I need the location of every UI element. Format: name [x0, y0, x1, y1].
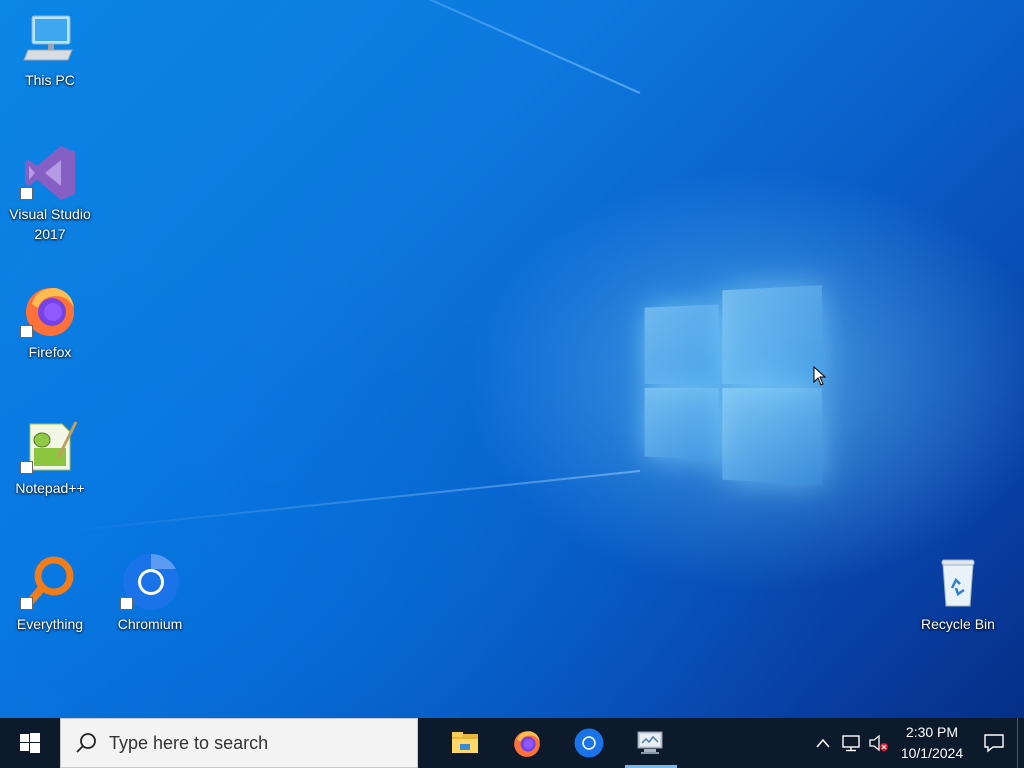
desktop-icon-label: Everything: [16, 616, 84, 632]
network-icon: [842, 735, 860, 752]
search-icon: [76, 733, 96, 753]
windows-logo-wallpaper: [644, 285, 822, 485]
taskbar-app-file-explorer[interactable]: [434, 718, 496, 768]
light-beam-decoration: [146, 0, 641, 94]
taskbar-search-box[interactable]: Type here to search: [60, 718, 418, 768]
firefox-icon: [20, 280, 80, 340]
desktop-icon-label: Recycle Bin: [921, 616, 995, 632]
action-center-button[interactable]: [971, 718, 1017, 768]
shortcut-arrow-icon: [120, 597, 133, 610]
search-placeholder: Type here to search: [109, 732, 269, 753]
desktop-icon-this-pc[interactable]: This PC: [2, 8, 98, 104]
taskbar-app-firefox[interactable]: [496, 718, 558, 768]
notification-icon: [984, 734, 1004, 753]
light-beam-decoration: [63, 470, 641, 533]
desktop-icon-visual-studio[interactable]: Visual Studio 2017: [2, 144, 98, 242]
visual-studio-icon: [20, 144, 80, 202]
remote-desktop-icon: [637, 731, 663, 754]
desktop-icon-label: This PC: [25, 72, 75, 88]
shortcut-arrow-icon: [20, 597, 33, 610]
desktop-icon-label: Notepad++: [15, 480, 85, 496]
this-pc-icon: [20, 8, 80, 68]
recycle-bin-icon: [928, 552, 988, 612]
chevron-up-icon: [816, 738, 830, 748]
clock-date: 10/1/2024: [900, 745, 964, 761]
show-desktop-button[interactable]: [1017, 718, 1024, 768]
taskbar: Type here to search 2:30 PM 10/1/2024: [0, 718, 1024, 768]
firefox-icon: [514, 731, 540, 757]
system-tray: 2:30 PM 10/1/2024: [809, 718, 1024, 768]
desktop-icon-recycle-bin[interactable]: Recycle Bin: [910, 552, 1006, 648]
everything-search-icon: [20, 552, 80, 612]
volume-button[interactable]: [865, 718, 893, 768]
chromium-icon: [574, 728, 604, 758]
clock-time: 2:30 PM: [905, 724, 959, 740]
show-hidden-icons-button[interactable]: [809, 718, 837, 768]
notepad-plus-plus-icon: [20, 416, 80, 476]
desktop-background: This PC Visual Studio 2017 Firefox Notep…: [0, 0, 1024, 718]
desktop-icon-everything[interactable]: Everything: [2, 552, 98, 648]
start-button[interactable]: [0, 718, 60, 768]
shortcut-arrow-icon: [20, 461, 33, 474]
desktop-icon-notepad-plus-plus[interactable]: Notepad++: [2, 416, 98, 512]
file-explorer-icon: [452, 732, 478, 753]
network-status-button[interactable]: [837, 718, 865, 768]
mouse-cursor-icon: [813, 365, 827, 391]
desktop-icon-firefox[interactable]: Firefox: [2, 280, 98, 376]
desktop-icon-chromium[interactable]: Chromium: [102, 552, 198, 648]
taskbar-clock[interactable]: 2:30 PM 10/1/2024: [893, 722, 971, 764]
taskbar-app-remote-desktop[interactable]: [620, 718, 682, 768]
desktop-icon-label: Visual Studio 2017: [9, 206, 91, 242]
taskbar-app-chromium[interactable]: [558, 718, 620, 768]
desktop-icon-label: Firefox: [28, 344, 72, 360]
desktop-icon-label: Chromium: [117, 616, 183, 632]
chromium-icon: [120, 552, 180, 612]
windows-logo-icon: [20, 733, 40, 753]
volume-muted-icon: [869, 734, 888, 752]
shortcut-arrow-icon: [20, 325, 33, 338]
shortcut-arrow-icon: [20, 187, 33, 200]
